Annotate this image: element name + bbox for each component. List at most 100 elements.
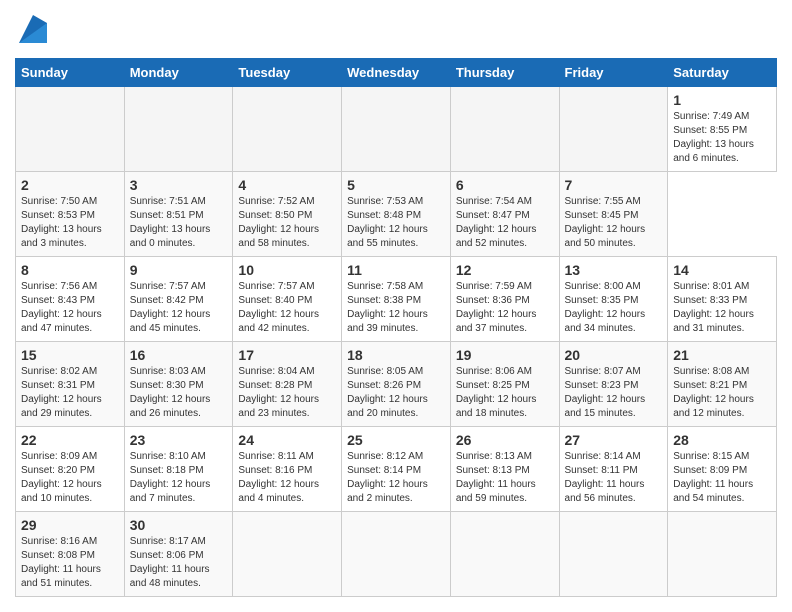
calendar-day-cell: 9 Sunrise: 7:57 AMSunset: 8:42 PMDayligh… xyxy=(124,257,233,342)
day-info: Sunrise: 8:06 AMSunset: 8:25 PMDaylight:… xyxy=(456,366,537,419)
calendar-day-cell: 23 Sunrise: 8:10 AMSunset: 8:18 PMDaylig… xyxy=(124,427,233,512)
calendar-day-cell: 16 Sunrise: 8:03 AMSunset: 8:30 PMDaylig… xyxy=(124,342,233,427)
calendar-day-cell: 27 Sunrise: 8:14 AMSunset: 8:11 PMDaylig… xyxy=(559,427,668,512)
calendar-day-cell: 1 Sunrise: 7:49 AMSunset: 8:55 PMDayligh… xyxy=(668,87,777,172)
calendar-day-cell: 3 Sunrise: 7:51 AMSunset: 8:51 PMDayligh… xyxy=(124,172,233,257)
day-info: Sunrise: 7:56 AMSunset: 8:43 PMDaylight:… xyxy=(21,281,102,334)
calendar-day-cell: 12 Sunrise: 7:59 AMSunset: 8:36 PMDaylig… xyxy=(450,257,559,342)
day-info: Sunrise: 8:17 AMSunset: 8:06 PMDaylight:… xyxy=(130,536,210,589)
day-number: 22 xyxy=(21,432,119,448)
calendar-header-day: Sunday xyxy=(16,59,125,87)
calendar-header: SundayMondayTuesdayWednesdayThursdayFrid… xyxy=(16,59,777,87)
day-info: Sunrise: 8:03 AMSunset: 8:30 PMDaylight:… xyxy=(130,366,211,419)
calendar-day-cell: 26 Sunrise: 8:13 AMSunset: 8:13 PMDaylig… xyxy=(450,427,559,512)
day-info: Sunrise: 8:12 AMSunset: 8:14 PMDaylight:… xyxy=(347,451,428,504)
day-number: 5 xyxy=(347,177,445,193)
day-number: 6 xyxy=(456,177,554,193)
calendar-header-day: Wednesday xyxy=(342,59,451,87)
calendar-day-cell: 29 Sunrise: 8:16 AMSunset: 8:08 PMDaylig… xyxy=(16,512,125,597)
calendar-day-cell xyxy=(124,87,233,172)
day-info: Sunrise: 8:07 AMSunset: 8:23 PMDaylight:… xyxy=(565,366,646,419)
day-info: Sunrise: 7:54 AMSunset: 8:47 PMDaylight:… xyxy=(456,196,537,249)
day-info: Sunrise: 7:49 AMSunset: 8:55 PMDaylight:… xyxy=(673,111,754,164)
day-number: 7 xyxy=(565,177,663,193)
day-number: 12 xyxy=(456,262,554,278)
calendar-day-cell: 24 Sunrise: 8:11 AMSunset: 8:16 PMDaylig… xyxy=(233,427,342,512)
calendar-day-cell: 11 Sunrise: 7:58 AMSunset: 8:38 PMDaylig… xyxy=(342,257,451,342)
day-info: Sunrise: 8:15 AMSunset: 8:09 PMDaylight:… xyxy=(673,451,753,504)
calendar-week-row: 15 Sunrise: 8:02 AMSunset: 8:31 PMDaylig… xyxy=(16,342,777,427)
calendar-day-cell xyxy=(16,87,125,172)
day-number: 28 xyxy=(673,432,771,448)
calendar-day-cell: 15 Sunrise: 8:02 AMSunset: 8:31 PMDaylig… xyxy=(16,342,125,427)
day-info: Sunrise: 7:53 AMSunset: 8:48 PMDaylight:… xyxy=(347,196,428,249)
day-info: Sunrise: 8:05 AMSunset: 8:26 PMDaylight:… xyxy=(347,366,428,419)
day-info: Sunrise: 8:11 AMSunset: 8:16 PMDaylight:… xyxy=(238,451,319,504)
calendar-week-row: 1 Sunrise: 7:49 AMSunset: 8:55 PMDayligh… xyxy=(16,87,777,172)
day-info: Sunrise: 7:58 AMSunset: 8:38 PMDaylight:… xyxy=(347,281,428,334)
calendar-day-cell: 8 Sunrise: 7:56 AMSunset: 8:43 PMDayligh… xyxy=(16,257,125,342)
day-info: Sunrise: 7:57 AMSunset: 8:40 PMDaylight:… xyxy=(238,281,319,334)
day-info: Sunrise: 8:04 AMSunset: 8:28 PMDaylight:… xyxy=(238,366,319,419)
day-number: 30 xyxy=(130,517,228,533)
calendar-day-cell xyxy=(668,512,777,597)
calendar-header-day: Tuesday xyxy=(233,59,342,87)
calendar-day-cell: 20 Sunrise: 8:07 AMSunset: 8:23 PMDaylig… xyxy=(559,342,668,427)
day-number: 1 xyxy=(673,92,771,108)
calendar-day-cell: 28 Sunrise: 8:15 AMSunset: 8:09 PMDaylig… xyxy=(668,427,777,512)
calendar-day-cell xyxy=(342,87,451,172)
day-info: Sunrise: 7:51 AMSunset: 8:51 PMDaylight:… xyxy=(130,196,211,249)
calendar-day-cell: 6 Sunrise: 7:54 AMSunset: 8:47 PMDayligh… xyxy=(450,172,559,257)
header xyxy=(15,15,777,48)
calendar-day-cell xyxy=(559,512,668,597)
calendar-day-cell: 21 Sunrise: 8:08 AMSunset: 8:21 PMDaylig… xyxy=(668,342,777,427)
calendar-week-row: 22 Sunrise: 8:09 AMSunset: 8:20 PMDaylig… xyxy=(16,427,777,512)
day-number: 13 xyxy=(565,262,663,278)
calendar-day-cell xyxy=(233,512,342,597)
calendar-header-row: SundayMondayTuesdayWednesdayThursdayFrid… xyxy=(16,59,777,87)
calendar-day-cell: 4 Sunrise: 7:52 AMSunset: 8:50 PMDayligh… xyxy=(233,172,342,257)
calendar-day-cell: 19 Sunrise: 8:06 AMSunset: 8:25 PMDaylig… xyxy=(450,342,559,427)
logo-icon xyxy=(19,15,47,43)
calendar-day-cell: 17 Sunrise: 8:04 AMSunset: 8:28 PMDaylig… xyxy=(233,342,342,427)
day-number: 29 xyxy=(21,517,119,533)
calendar-day-cell: 18 Sunrise: 8:05 AMSunset: 8:26 PMDaylig… xyxy=(342,342,451,427)
calendar-body: 1 Sunrise: 7:49 AMSunset: 8:55 PMDayligh… xyxy=(16,87,777,597)
day-info: Sunrise: 7:57 AMSunset: 8:42 PMDaylight:… xyxy=(130,281,211,334)
calendar-week-row: 2 Sunrise: 7:50 AMSunset: 8:53 PMDayligh… xyxy=(16,172,777,257)
calendar-day-cell: 2 Sunrise: 7:50 AMSunset: 8:53 PMDayligh… xyxy=(16,172,125,257)
day-number: 15 xyxy=(21,347,119,363)
day-number: 27 xyxy=(565,432,663,448)
calendar-day-cell: 25 Sunrise: 8:12 AMSunset: 8:14 PMDaylig… xyxy=(342,427,451,512)
day-info: Sunrise: 8:10 AMSunset: 8:18 PMDaylight:… xyxy=(130,451,211,504)
day-number: 21 xyxy=(673,347,771,363)
calendar-week-row: 29 Sunrise: 8:16 AMSunset: 8:08 PMDaylig… xyxy=(16,512,777,597)
calendar-day-cell: 7 Sunrise: 7:55 AMSunset: 8:45 PMDayligh… xyxy=(559,172,668,257)
day-info: Sunrise: 8:02 AMSunset: 8:31 PMDaylight:… xyxy=(21,366,102,419)
day-info: Sunrise: 8:14 AMSunset: 8:11 PMDaylight:… xyxy=(565,451,645,504)
day-number: 8 xyxy=(21,262,119,278)
day-number: 24 xyxy=(238,432,336,448)
day-number: 11 xyxy=(347,262,445,278)
day-info: Sunrise: 8:13 AMSunset: 8:13 PMDaylight:… xyxy=(456,451,536,504)
calendar-day-cell: 5 Sunrise: 7:53 AMSunset: 8:48 PMDayligh… xyxy=(342,172,451,257)
day-number: 25 xyxy=(347,432,445,448)
day-info: Sunrise: 8:16 AMSunset: 8:08 PMDaylight:… xyxy=(21,536,101,589)
calendar-header-day: Monday xyxy=(124,59,233,87)
calendar-header-day: Friday xyxy=(559,59,668,87)
calendar-table: SundayMondayTuesdayWednesdayThursdayFrid… xyxy=(15,58,777,597)
logo xyxy=(15,15,47,48)
day-info: Sunrise: 8:00 AMSunset: 8:35 PMDaylight:… xyxy=(565,281,646,334)
calendar-day-cell: 14 Sunrise: 8:01 AMSunset: 8:33 PMDaylig… xyxy=(668,257,777,342)
day-number: 9 xyxy=(130,262,228,278)
day-number: 17 xyxy=(238,347,336,363)
day-info: Sunrise: 7:52 AMSunset: 8:50 PMDaylight:… xyxy=(238,196,319,249)
calendar-day-cell: 30 Sunrise: 8:17 AMSunset: 8:06 PMDaylig… xyxy=(124,512,233,597)
day-number: 26 xyxy=(456,432,554,448)
calendar-day-cell xyxy=(342,512,451,597)
calendar-week-row: 8 Sunrise: 7:56 AMSunset: 8:43 PMDayligh… xyxy=(16,257,777,342)
day-info: Sunrise: 8:01 AMSunset: 8:33 PMDaylight:… xyxy=(673,281,754,334)
day-number: 19 xyxy=(456,347,554,363)
day-info: Sunrise: 8:08 AMSunset: 8:21 PMDaylight:… xyxy=(673,366,754,419)
day-info: Sunrise: 7:55 AMSunset: 8:45 PMDaylight:… xyxy=(565,196,646,249)
